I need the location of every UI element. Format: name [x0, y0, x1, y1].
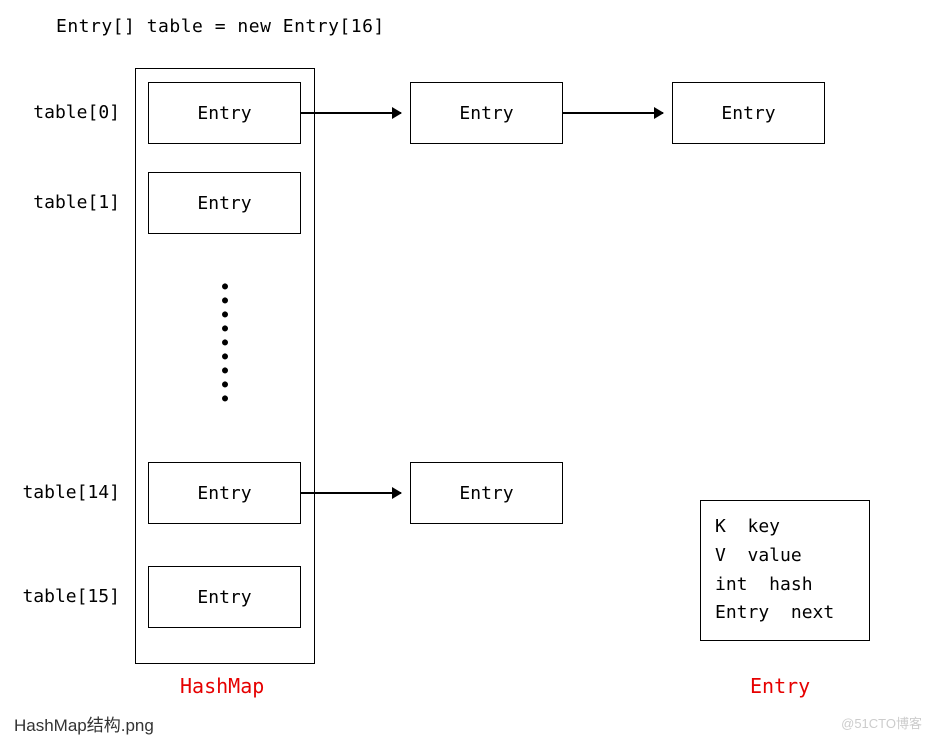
bucket-0-text: Entry — [197, 103, 251, 124]
chain-node-0-1: Entry — [410, 82, 563, 144]
bucket-15: Entry — [148, 566, 301, 628]
bucket-14-text: Entry — [197, 483, 251, 504]
chain-node-0-2: Entry — [672, 82, 825, 144]
bucket-14: Entry — [148, 462, 301, 524]
chain-node-0-2-text: Entry — [721, 103, 775, 124]
index-label-14: table[14] — [20, 482, 120, 503]
entry-label: Entry — [750, 674, 810, 698]
array-declaration: Entry[] table = new Entry[16] — [56, 16, 385, 37]
index-label-0: table[0] — [20, 102, 120, 123]
ellipsis-icon: ●●●●●●●●● — [135, 280, 315, 406]
arrow-14-1 — [301, 492, 401, 494]
arrow-0-1 — [301, 112, 401, 114]
arrow-0-2 — [563, 112, 663, 114]
bucket-1: Entry — [148, 172, 301, 234]
bucket-1-text: Entry — [197, 193, 251, 214]
chain-node-14-1: Entry — [410, 462, 563, 524]
caption-text: HashMap结构.png — [14, 711, 154, 736]
index-label-1: table[1] — [20, 192, 120, 213]
index-label-15: table[15] — [20, 586, 120, 607]
diagram-canvas: Entry[] table = new Entry[16] table[0] t… — [0, 0, 936, 756]
chain-node-0-1-text: Entry — [459, 103, 513, 124]
bucket-0: Entry — [148, 82, 301, 144]
bucket-15-text: Entry — [197, 587, 251, 608]
hashmap-label: HashMap — [180, 674, 264, 698]
entry-definition-box: K key V value int hash Entry next — [700, 500, 870, 641]
chain-node-14-1-text: Entry — [459, 483, 513, 504]
watermark-text: @51CTO博客 — [841, 713, 922, 732]
